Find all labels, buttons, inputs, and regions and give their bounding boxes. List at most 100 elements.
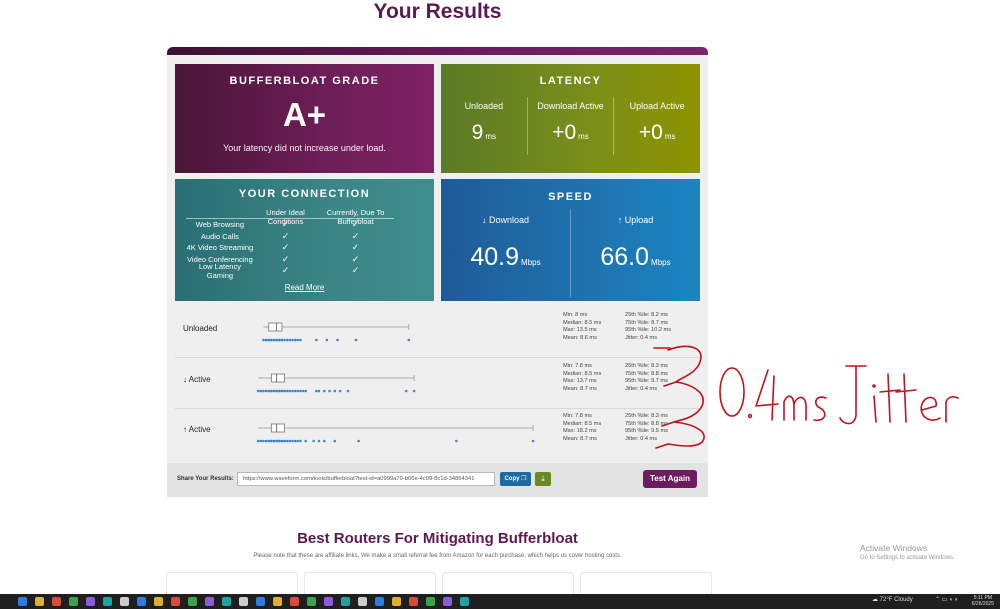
latency-download-active: Download Active +0 ms (526, 97, 614, 155)
sample-dot (346, 389, 350, 393)
app-icon[interactable] (426, 597, 435, 606)
sample-dot (270, 439, 273, 443)
grade-title: BUFFERBLOAT GRADE (229, 75, 380, 87)
copy-button[interactable]: Copy ❐ (500, 472, 531, 486)
app-icon[interactable] (341, 597, 350, 606)
connection-row: Web Browsing ✓ ✓ (186, 219, 394, 231)
latency-unloaded: Unloaded 9 ms (441, 97, 527, 155)
sample-dot (259, 439, 263, 443)
app-icon[interactable] (443, 597, 452, 606)
stat: Max: 18.2 ms (563, 428, 597, 435)
read-more-link[interactable]: Read More (175, 283, 434, 292)
sample-dot (291, 439, 294, 443)
app-icon[interactable] (324, 597, 333, 606)
photos-icon[interactable] (154, 597, 163, 606)
sample-dot (272, 338, 276, 342)
sample-dot (267, 439, 271, 443)
router-card[interactable] (304, 572, 436, 594)
xbox-icon[interactable] (103, 597, 112, 606)
check-icon: ✓ (351, 230, 360, 241)
stats-left: Min: 8 ms Median: 8.5 ms Max: 13.5 ms Me… (563, 312, 601, 342)
page-title: Your Results (373, 0, 502, 23)
sample-dot (404, 389, 408, 393)
connection-row: 4K Video Streaming ✓ ✓ (186, 242, 394, 254)
stat: 25th %ile: 8.2 ms (625, 312, 668, 318)
check-icon: ✓ (281, 219, 290, 230)
latency-label: Download Active (537, 101, 604, 111)
check-icon: ✓ (281, 242, 290, 253)
sample-dot (531, 439, 535, 443)
router-card[interactable] (442, 572, 574, 594)
panel-top-bar (167, 47, 708, 55)
check-icon: ✓ (351, 265, 360, 276)
sample-dot (280, 338, 284, 342)
sample-dot (299, 338, 302, 342)
upload-value: 66.0 (600, 243, 650, 271)
sample-dot (317, 439, 321, 443)
sample-dot (407, 338, 411, 342)
steam-icon[interactable] (358, 597, 367, 606)
sample-dot (357, 439, 360, 443)
app-icon[interactable] (409, 597, 418, 606)
router-card[interactable] (166, 572, 298, 594)
test-again-button[interactable]: Test Again (643, 470, 697, 488)
check-icon: ✓ (281, 265, 290, 276)
sample-dot (315, 338, 318, 342)
settings-icon[interactable] (392, 597, 401, 606)
sample-dot (264, 389, 268, 393)
vpn-icon[interactable] (256, 597, 265, 606)
steam-icon[interactable] (120, 597, 129, 606)
windows-start-icon[interactable] (18, 597, 27, 606)
music-icon[interactable] (307, 597, 316, 606)
share-bar: Share Your Results: https://www.waveform… (167, 463, 708, 497)
sample-dot (333, 389, 337, 393)
stat: Mean: 8.7 ms (563, 385, 597, 392)
terminal-icon[interactable] (137, 597, 146, 606)
stat: Median: 8.5 ms (563, 319, 602, 326)
sample-dot (275, 338, 278, 342)
iqr-box (270, 423, 285, 433)
word-icon[interactable] (273, 597, 282, 606)
grade-message: Your latency did not increase under load… (223, 143, 386, 153)
chrome-icon[interactable] (222, 597, 231, 606)
search-icon[interactable] (35, 597, 44, 606)
check-icon: ✓ (351, 253, 360, 264)
connection-table: Under Ideal Conditions Currently, Due To… (186, 208, 394, 280)
firefox-icon[interactable] (69, 597, 78, 606)
sample-dot (264, 338, 268, 342)
speed-card: SPEED ↓ Download 40.9 Mbps ↑ Upload 66.0 M… (441, 179, 700, 301)
affiliate-note: Please note that these are affiliate lin… (253, 553, 622, 559)
chrome-icon[interactable] (52, 597, 61, 606)
watermark-subtitle: Go to Settings to activate Windows. (860, 555, 955, 561)
calculator-icon[interactable] (460, 597, 469, 606)
check-icon: ✓ (351, 219, 360, 230)
sample-dot (354, 338, 358, 342)
notepad-icon[interactable] (290, 597, 299, 606)
app-icon[interactable] (188, 597, 197, 606)
download-speed: ↓ Download 40.9 Mbps (441, 209, 570, 297)
weather-widget[interactable]: ☁ 72°F Cloudy (872, 596, 913, 603)
sample-dot (299, 439, 302, 443)
sample-dot (283, 338, 286, 342)
sample-dot (322, 389, 326, 393)
tray-icons[interactable]: ⌃ ▭ ◖ ◗ (935, 596, 958, 603)
check-icon: ✓ (351, 242, 360, 253)
sample-dot (256, 389, 260, 393)
edge-icon[interactable] (239, 597, 248, 606)
download-button[interactable]: ⤓ (535, 472, 551, 486)
sample-dot (285, 389, 289, 393)
plot-upload-active: ↑ Active Min: 7.8 ms Median: 8.5 ms Max:… (175, 412, 700, 458)
latency-unit: ms (578, 132, 589, 141)
folder-icon[interactable] (86, 597, 95, 606)
share-url-field[interactable]: https://www.waveform.com/tools/bufferblo… (237, 472, 495, 486)
stat: Max: 13.5 ms (563, 327, 597, 334)
outlook-icon[interactable] (205, 597, 214, 606)
mail-icon[interactable] (171, 597, 180, 606)
discord-icon[interactable] (375, 597, 384, 606)
router-card[interactable] (580, 572, 712, 594)
sample-dot (291, 338, 294, 342)
sample-dot (280, 389, 284, 393)
taskbar-clock[interactable]: 5:11 PM 6/26/2025 (972, 595, 994, 607)
upload-label: ↑ Upload (617, 215, 654, 225)
row-label: 4K Video Streaming (186, 243, 254, 253)
